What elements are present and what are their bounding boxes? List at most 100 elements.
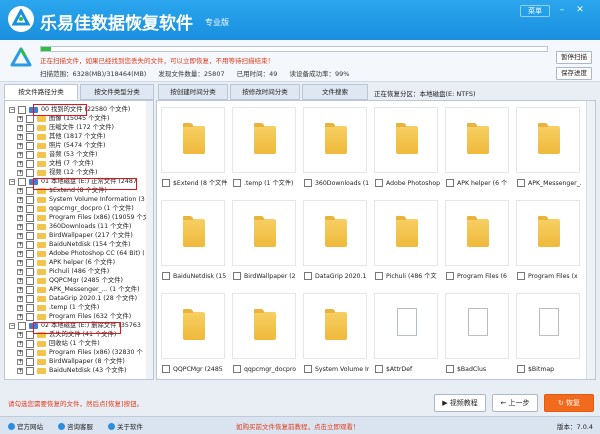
expand-toggle-icon[interactable]: + <box>17 296 23 302</box>
official-site-link[interactable]: 官方网站 <box>8 421 43 431</box>
grid-scrollbar[interactable] <box>586 101 595 379</box>
grid-thumbnail[interactable] <box>161 293 225 359</box>
grid-checkbox[interactable] <box>446 179 454 187</box>
grid-item[interactable]: $Bitmap <box>514 289 582 379</box>
grid-item[interactable]: Program Files (x <box>514 196 582 288</box>
grid-thumbnail[interactable] <box>374 107 438 173</box>
grid-checkbox[interactable] <box>162 272 170 280</box>
grid-item[interactable]: APK_Messenger_... <box>514 103 582 195</box>
grid-thumbnail[interactable] <box>516 107 580 173</box>
tree-checkbox[interactable] <box>26 349 34 357</box>
grid-checkbox[interactable] <box>304 365 312 373</box>
grid-item[interactable]: 360Downloads (11 <box>301 103 369 195</box>
expand-toggle-icon[interactable]: + <box>17 215 23 221</box>
grid-thumbnail[interactable] <box>303 200 367 266</box>
tree-checkbox[interactable] <box>26 250 34 258</box>
grid-item[interactable]: Pichuli (486 个文 <box>372 196 440 288</box>
tree-checkbox[interactable] <box>26 286 34 294</box>
grid-checkbox[interactable] <box>375 365 383 373</box>
recover-button[interactable]: ↻ 恢复 <box>544 394 594 412</box>
expand-toggle-icon[interactable]: + <box>17 269 23 275</box>
expand-toggle-icon[interactable]: − <box>9 107 15 113</box>
save-progress-button[interactable]: 保存进度 <box>556 67 592 80</box>
expand-toggle-icon[interactable]: − <box>9 179 15 185</box>
tree-checkbox[interactable] <box>26 259 34 267</box>
tree-checkbox[interactable] <box>26 358 34 366</box>
grid-checkbox[interactable] <box>517 365 525 373</box>
tree-checkbox[interactable] <box>26 295 34 303</box>
grid-item[interactable]: $AttrDef <box>372 289 440 379</box>
tree-checkbox[interactable] <box>26 277 34 285</box>
expand-toggle-icon[interactable]: + <box>17 314 23 320</box>
expand-toggle-icon[interactable]: + <box>17 350 23 356</box>
expand-toggle-icon[interactable]: + <box>17 251 23 257</box>
tree-checkbox[interactable] <box>26 151 34 159</box>
pause-scan-button[interactable]: 暂停扫描 <box>556 51 592 64</box>
grid-checkbox[interactable] <box>446 272 454 280</box>
tab-file-search[interactable]: 文件搜索 <box>302 84 368 100</box>
grid-item[interactable]: BirdWallpaper (2 <box>230 196 298 288</box>
tree-checkbox[interactable] <box>26 340 34 348</box>
tree-checkbox[interactable] <box>26 160 34 168</box>
grid-item[interactable]: Adobe Photoshop... <box>372 103 440 195</box>
tree-checkbox[interactable] <box>18 322 26 330</box>
grid-checkbox[interactable] <box>304 272 312 280</box>
close-icon[interactable]: ✕ <box>574 4 586 16</box>
tab-by-path[interactable]: 按文件路径分类 <box>4 84 78 100</box>
expand-toggle-icon[interactable]: + <box>17 224 23 230</box>
grid-item[interactable]: .temp (1 个文件) <box>230 103 298 195</box>
expand-toggle-icon[interactable]: + <box>17 287 23 293</box>
tree-scrollbar[interactable] <box>146 101 153 379</box>
grid-checkbox[interactable] <box>517 272 525 280</box>
expand-toggle-icon[interactable]: + <box>17 116 23 122</box>
expand-toggle-icon[interactable]: + <box>17 233 23 239</box>
expand-toggle-icon[interactable]: + <box>17 305 23 311</box>
tree-checkbox[interactable] <box>26 196 34 204</box>
expand-toggle-icon[interactable]: + <box>17 368 23 374</box>
expand-toggle-icon[interactable]: + <box>17 152 23 158</box>
tree-checkbox[interactable] <box>26 124 34 132</box>
expand-toggle-icon[interactable]: + <box>17 359 23 365</box>
expand-toggle-icon[interactable]: + <box>17 188 23 194</box>
grid-item[interactable]: DataGrip 2020.1 <box>301 196 369 288</box>
tree-checkbox[interactable] <box>26 241 34 249</box>
tree-checkbox[interactable] <box>26 214 34 222</box>
tree-checkbox[interactable] <box>26 133 34 141</box>
grid-thumbnail[interactable] <box>445 293 509 359</box>
expand-toggle-icon[interactable]: − <box>9 323 15 329</box>
grid-checkbox[interactable] <box>233 272 241 280</box>
expand-toggle-icon[interactable]: + <box>17 197 23 203</box>
grid-item[interactable]: System Volume In <box>301 289 369 379</box>
grid-item[interactable]: qqpcmgr_docpro <box>230 289 298 379</box>
promo-link[interactable]: 如购买前文件恢复前教程，点击立即观看！ <box>236 421 360 431</box>
tree-checkbox[interactable] <box>18 178 26 186</box>
grid-item[interactable]: Program Files (6 <box>443 196 511 288</box>
minimize-icon[interactable]: – <box>556 4 568 16</box>
grid-thumbnail[interactable] <box>161 107 225 173</box>
tree-checkbox[interactable] <box>26 313 34 321</box>
menu-button[interactable]: 菜单 <box>520 5 550 17</box>
grid-checkbox[interactable] <box>375 179 383 187</box>
grid-thumbnail[interactable] <box>303 293 367 359</box>
tab-by-type[interactable]: 按文件类型分类 <box>80 84 154 100</box>
tree-checkbox[interactable] <box>26 223 34 231</box>
prev-step-button[interactable]: ← 上一步 <box>492 394 538 412</box>
expand-toggle-icon[interactable]: + <box>17 161 23 167</box>
grid-thumbnail[interactable] <box>516 293 580 359</box>
grid-item[interactable]: $BadClus <box>443 289 511 379</box>
grid-item[interactable]: BaiduNetdisk (15 <box>159 196 227 288</box>
consult-link[interactable]: 咨询客服 <box>58 421 93 431</box>
expand-toggle-icon[interactable]: + <box>17 341 23 347</box>
tab-by-modified[interactable]: 按修改时间分类 <box>230 84 300 100</box>
tree-checkbox[interactable] <box>26 169 34 177</box>
expand-toggle-icon[interactable]: + <box>17 242 23 248</box>
video-tutorial-button[interactable]: ▶ 视频教程 <box>434 394 486 412</box>
grid-checkbox[interactable] <box>446 365 454 373</box>
tab-by-created[interactable]: 按创建时间分类 <box>158 84 228 100</box>
grid-checkbox[interactable] <box>233 179 241 187</box>
grid-thumbnail[interactable] <box>374 200 438 266</box>
expand-toggle-icon[interactable]: + <box>17 170 23 176</box>
grid-checkbox[interactable] <box>375 272 383 280</box>
tree-checkbox[interactable] <box>26 304 34 312</box>
grid-thumbnail[interactable] <box>445 200 509 266</box>
